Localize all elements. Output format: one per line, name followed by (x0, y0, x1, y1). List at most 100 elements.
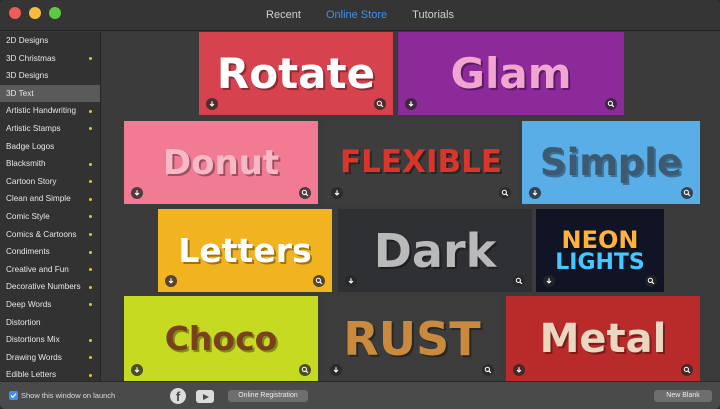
title-bar: Recent Online Store Tutorials (0, 0, 720, 31)
magnifier-icon[interactable] (299, 187, 311, 199)
facebook-icon[interactable]: f (170, 388, 186, 404)
tab-online-store[interactable]: Online Store (326, 9, 387, 21)
sidebar-item[interactable]: Cartoon Story (0, 173, 100, 191)
template-title: NEON (561, 225, 639, 254)
sidebar-item[interactable]: Artistic Stamps (0, 120, 100, 138)
template-title: Metal (539, 315, 667, 362)
sidebar-item[interactable]: Badge Logos (0, 138, 100, 156)
sidebar-item[interactable]: Drawing Words (0, 349, 100, 367)
template-tile[interactable]: Dark (338, 209, 532, 292)
magnifier-icon[interactable] (374, 98, 386, 110)
sidebar-item[interactable]: Blacksmith (0, 155, 100, 173)
new-content-dot-icon (89, 162, 92, 166)
download-icon[interactable] (513, 364, 525, 376)
sidebar-item[interactable]: Deep Words (0, 296, 100, 314)
sidebar-item-label: Drawing Words (6, 352, 62, 362)
sidebar-item[interactable]: Distortion (0, 314, 100, 332)
online-registration-button[interactable]: Online Registration (228, 390, 308, 402)
template-gallery: Rotate Glam Donut FLEXIBLE Simple Letters Dark… (102, 32, 720, 381)
template-tile[interactable]: FLEXIBLE (324, 121, 518, 204)
template-title: Rotate (216, 48, 376, 98)
show-on-launch-checkbox[interactable] (9, 391, 18, 400)
download-icon[interactable] (206, 98, 218, 110)
new-content-dot-icon (89, 127, 92, 131)
template-title: Simple (539, 141, 683, 184)
new-blank-button[interactable]: New Blank (654, 390, 712, 402)
sidebar-item[interactable]: 3D Designs (0, 67, 100, 85)
template-title: Dark (373, 223, 497, 278)
download-icon[interactable] (529, 187, 541, 199)
download-icon[interactable] (345, 275, 357, 287)
sidebar-item[interactable]: Distortions Mix (0, 331, 100, 349)
sidebar-item[interactable]: Comics & Cartoons (0, 226, 100, 244)
template-tile[interactable]: Letters (158, 209, 332, 292)
sidebar-item-label: Artistic Stamps (6, 123, 61, 133)
magnifier-icon[interactable] (681, 364, 693, 376)
template-title: RUST (343, 311, 481, 366)
sidebar-item[interactable]: Edible Letters (0, 366, 100, 381)
footer-bar: Show this window on launch f Online Regi… (0, 381, 720, 409)
category-sidebar[interactable]: 2D Designs 3D Christmas 3D Designs 3D Text A… (0, 32, 101, 381)
download-icon[interactable] (131, 364, 143, 376)
download-icon[interactable] (165, 275, 177, 287)
sidebar-item-label: Condiments (6, 247, 50, 257)
sidebar-item-label: Clean and Simple (6, 194, 71, 204)
new-content-dot-icon (89, 373, 92, 377)
youtube-icon[interactable] (196, 390, 214, 403)
tab-recent[interactable]: Recent (266, 9, 301, 21)
tab-tutorials[interactable]: Tutorials (412, 9, 454, 21)
download-icon[interactable] (405, 98, 417, 110)
sidebar-item-label: Blacksmith (6, 159, 46, 169)
download-icon[interactable] (131, 187, 143, 199)
template-tile[interactable]: Donut (124, 121, 318, 204)
template-tile[interactable]: Glam (398, 32, 624, 115)
show-on-launch-label[interactable]: Show this window on launch (21, 391, 115, 400)
magnifier-icon[interactable] (513, 275, 525, 287)
sidebar-item[interactable]: 2D Designs (0, 32, 100, 50)
magnifier-icon[interactable] (605, 98, 617, 110)
magnifier-icon[interactable] (299, 364, 311, 376)
new-content-dot-icon (89, 356, 92, 360)
new-content-dot-icon (89, 215, 92, 219)
template-tile[interactable]: Rotate (199, 32, 393, 115)
sidebar-item-label: 3D Text (6, 88, 34, 98)
template-tile[interactable]: Metal (506, 296, 700, 381)
new-content-dot-icon (89, 57, 92, 61)
sidebar-item-label: Distortion (6, 317, 41, 327)
sidebar-item-label: Distortions Mix (6, 335, 60, 345)
new-content-dot-icon (89, 338, 92, 342)
download-icon[interactable] (330, 364, 342, 376)
sidebar-item[interactable]: Comic Style (0, 208, 100, 226)
template-title: Letters (178, 231, 312, 270)
sidebar-item-label: 3D Christmas (6, 53, 56, 63)
sidebar-item[interactable]: Clean and Simple (0, 190, 100, 208)
template-title: Donut (162, 142, 280, 183)
sidebar-item-label: Badge Logos (6, 141, 55, 151)
magnifier-icon[interactable] (482, 364, 494, 376)
sidebar-item[interactable]: Condiments (0, 243, 100, 261)
magnifier-icon[interactable] (645, 275, 657, 287)
template-subtitle: LIGHTS (555, 249, 645, 275)
sidebar-item-label: Edible Letters (6, 370, 57, 380)
magnifier-icon[interactable] (681, 187, 693, 199)
download-icon[interactable] (543, 275, 555, 287)
sidebar-item[interactable]: Creative and Fun (0, 261, 100, 279)
magnifier-icon[interactable] (313, 275, 325, 287)
sidebar-item-label: Decorative Numbers (6, 282, 81, 292)
sidebar-item[interactable]: Decorative Numbers (0, 278, 100, 296)
sidebar-item-label: Comics & Cartoons (6, 229, 77, 239)
sidebar-item[interactable]: 3D Text (0, 84, 100, 103)
new-content-dot-icon (89, 268, 92, 272)
template-tile[interactable]: Choco (124, 296, 318, 381)
new-content-dot-icon (89, 109, 92, 113)
sidebar-item[interactable]: 3D Christmas (0, 50, 100, 68)
magnifier-icon[interactable] (499, 187, 511, 199)
template-tile[interactable]: NEON LIGHTS (536, 209, 664, 292)
sidebar-item-label: Cartoon Story (6, 176, 57, 186)
sidebar-item[interactable]: Artistic Handwriting (0, 102, 100, 120)
download-icon[interactable] (331, 187, 343, 199)
sidebar-item-label: 2D Designs (6, 36, 49, 45)
sidebar-item-label: Creative and Fun (6, 264, 69, 274)
template-tile[interactable]: RUST (323, 296, 501, 381)
template-tile[interactable]: Simple (522, 121, 700, 204)
